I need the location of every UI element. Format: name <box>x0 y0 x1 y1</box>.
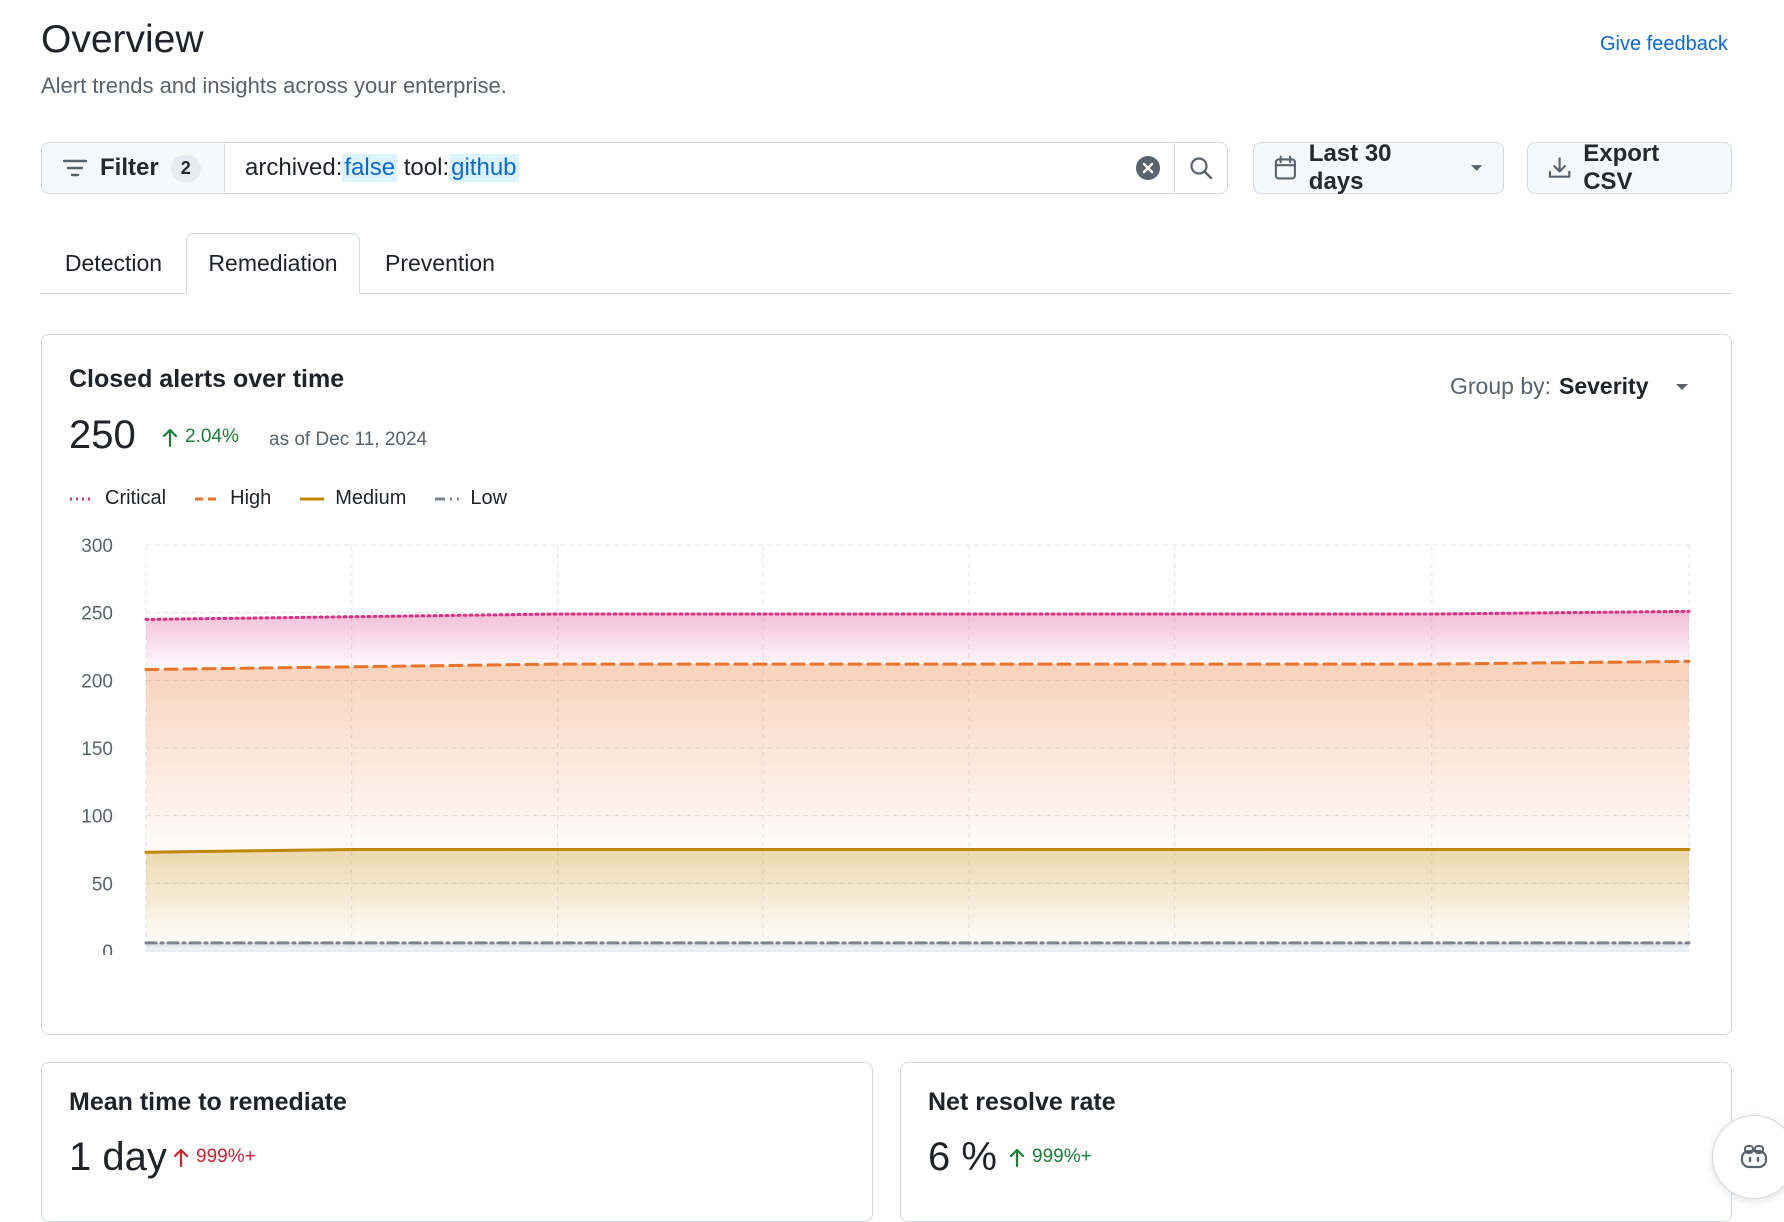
legend-label: Low <box>470 487 508 509</box>
legend-swatch <box>195 497 220 500</box>
closed-alerts-as-of: as of Dec 11, 2024 <box>269 429 428 450</box>
mttr-title: Mean time to remediate <box>69 1088 347 1116</box>
nrr-title: Net resolve rate <box>928 1088 1116 1116</box>
tab-bar: Detection Remediation Prevention <box>41 233 1732 294</box>
y-tick-label: 300 <box>81 536 113 557</box>
closed-alerts-total: 250 <box>69 413 136 457</box>
copilot-icon <box>1740 1145 1768 1169</box>
nrr-value: 6 % <box>928 1135 997 1179</box>
nrr-change: 999%+ <box>1008 1146 1092 1168</box>
search-button[interactable] <box>1174 143 1227 193</box>
calendar-icon <box>1274 155 1296 180</box>
download-icon <box>1548 157 1571 178</box>
legend-item-high[interactable]: High <box>194 487 271 510</box>
series-area-medium <box>146 849 1689 943</box>
closed-alerts-change: 2.04% <box>161 426 239 448</box>
mttr-change: 999%+ <box>172 1146 256 1168</box>
mean-time-to-remediate-card: Mean time to remediate 1 day 999%+ <box>41 1062 873 1222</box>
give-feedback-link[interactable]: Give feedback <box>1600 33 1728 56</box>
closed-alerts-change-value: 2.04% <box>185 426 239 447</box>
legend-swatch <box>70 497 94 500</box>
page-subtitle: Alert trends and insights across your en… <box>41 73 507 98</box>
filter-label: Filter <box>100 154 159 181</box>
mttr-value: 1 day <box>69 1135 167 1179</box>
closed-alerts-chart: 050100150200250300Nov 11Nov 15Nov 19Nov … <box>81 536 1691 955</box>
net-resolve-rate-card: Net resolve rate 6 % 999%+ <box>900 1062 1732 1222</box>
series-area-high <box>146 661 1689 853</box>
y-tick-label: 250 <box>81 604 113 625</box>
page-title: Overview <box>41 18 204 61</box>
y-tick-label: 50 <box>92 874 113 895</box>
nrr-change-value: 999%+ <box>1032 1146 1092 1167</box>
clear-search-button[interactable] <box>1122 143 1174 193</box>
legend-label: Medium <box>335 487 407 509</box>
y-tick-label: 0 <box>102 942 113 955</box>
arrow-up-icon <box>162 428 178 447</box>
group-by-label: Group by: <box>1450 373 1551 399</box>
clear-icon <box>1136 156 1160 180</box>
arrow-up-icon <box>173 1148 189 1167</box>
query-key-token: tool: <box>397 154 450 181</box>
tab-detection[interactable]: Detection <box>41 233 186 293</box>
legend-item-low[interactable]: Low <box>434 487 507 510</box>
legend-label: Critical <box>105 487 167 509</box>
filter-count-badge: 2 <box>170 154 201 182</box>
group-by-dropdown[interactable]: Group by: Severity <box>1450 373 1689 400</box>
closed-alerts-title: Closed alerts over time <box>69 365 345 393</box>
legend-item-critical[interactable]: Critical <box>69 487 166 510</box>
query-value-token: false <box>342 154 398 182</box>
caret-down-icon <box>1470 165 1483 171</box>
query-key-token: archived: <box>245 154 343 181</box>
tab-prevention[interactable]: Prevention <box>360 233 520 293</box>
export-csv-button[interactable]: Export CSV <box>1527 140 1732 195</box>
date-range-button[interactable]: Last 30 days <box>1253 140 1504 195</box>
series-area-critical <box>146 611 1689 670</box>
tab-remediation[interactable]: Remediation <box>186 233 360 294</box>
legend-label: High <box>230 487 272 509</box>
date-range-label: Last 30 days <box>1308 140 1392 195</box>
export-csv-label: Export CSV <box>1583 140 1660 195</box>
filter-button[interactable]: Filter 2 <box>42 143 225 193</box>
caret-down-icon <box>1675 383 1688 390</box>
filter-icon <box>62 159 88 177</box>
filter-bar: Filter 2 archived: false tool: github <box>41 142 1228 194</box>
legend-item-medium[interactable]: Medium <box>299 487 406 510</box>
query-value-token: github <box>449 154 519 182</box>
group-by-value: Severity <box>1559 373 1649 399</box>
y-tick-label: 200 <box>81 671 113 692</box>
legend-swatch <box>435 497 460 500</box>
closed-alerts-card: Closed alerts over time Group by: Severi… <box>41 334 1732 1035</box>
legend-swatch <box>300 497 325 500</box>
y-tick-label: 100 <box>81 807 113 828</box>
mttr-change-value: 999%+ <box>196 1146 256 1167</box>
arrow-up-icon <box>1009 1148 1025 1167</box>
search-icon <box>1190 157 1213 180</box>
chart-legend: Critical High Medium Low <box>69 487 507 510</box>
search-input[interactable]: archived: false tool: github <box>225 143 1122 193</box>
y-tick-label: 150 <box>81 739 113 760</box>
